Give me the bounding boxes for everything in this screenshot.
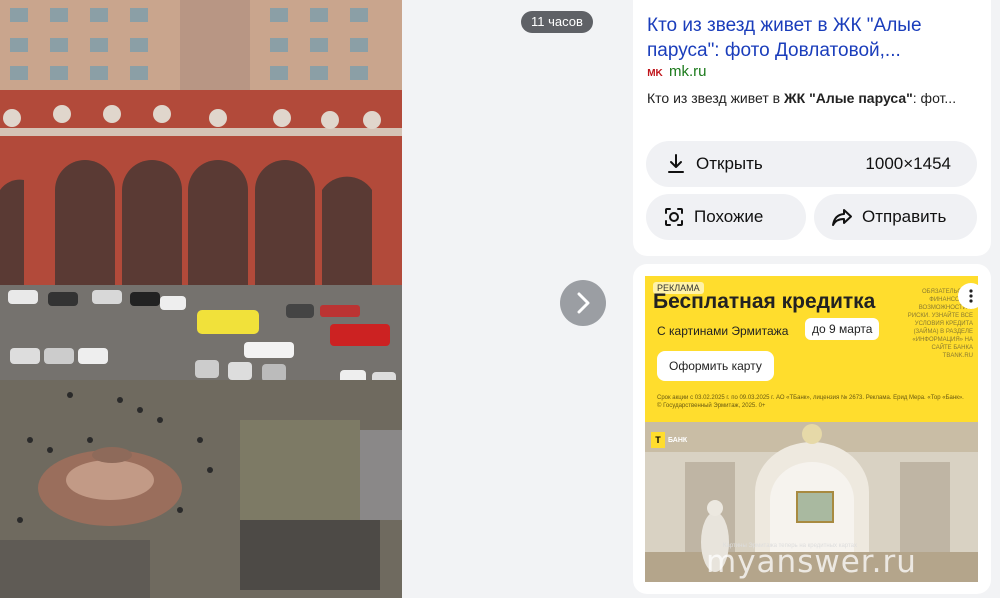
visual-search-icon: [662, 205, 686, 229]
source-domain: mk.ru: [669, 63, 707, 80]
result-snippet: Кто из звезд живет в ЖК "Алые паруса": ф…: [647, 90, 985, 106]
more-vertical-icon: [969, 289, 973, 303]
tbank-name: БАНК: [668, 436, 688, 444]
ad-cta-button[interactable]: Оформить карту: [657, 351, 774, 381]
image-dimensions: 1000×1454: [865, 154, 951, 173]
snippet-prefix: Кто из звезд живет в: [647, 90, 784, 106]
ad-subline: С картинами Эрмитажа: [657, 324, 789, 338]
share-arrow-icon: [830, 205, 854, 229]
snippet-suffix: : фот...: [912, 90, 957, 106]
ad-headline: Бесплатная кредитка: [653, 290, 876, 313]
main-image[interactable]: [0, 0, 402, 598]
mk-favicon-icon: MK: [647, 65, 663, 79]
time-badge: 11 часов: [521, 11, 593, 33]
image-info-card: Кто из звезд живет в ЖК "Алые паруса": ф…: [633, 0, 991, 256]
building-photo: [0, 0, 402, 598]
snippet-bold: ЖК "Алые паруса": [783, 90, 913, 106]
tbank-logo: Т БАНК: [651, 432, 687, 448]
chevron-right-icon: [577, 292, 590, 314]
ad-menu-button[interactable]: [958, 283, 984, 309]
result-source[interactable]: MK mk.ru: [647, 63, 707, 80]
ad-date-badge: до 9 марта: [805, 318, 880, 340]
ad-fine-print: Срок акции с 03.02.2025 г. по 09.03.2025…: [657, 395, 964, 409]
similar-label: Похожие: [694, 207, 764, 226]
open-image-button[interactable]: Открыть 1000×1454: [646, 141, 977, 187]
tbank-shield-icon: Т: [651, 432, 665, 448]
ad-banner[interactable]: РЕКЛАМА Бесплатная кредитка С картинами …: [645, 276, 978, 422]
open-label: Открыть: [696, 154, 763, 173]
share-label: Отправить: [862, 207, 947, 226]
next-image-button[interactable]: [560, 280, 606, 326]
result-title-link[interactable]: Кто из звезд живет в ЖК "Алые паруса": ф…: [647, 13, 977, 63]
share-button[interactable]: Отправить: [814, 194, 977, 240]
favicon-text: MK: [647, 68, 663, 78]
download-icon: [664, 152, 688, 176]
similar-images-button[interactable]: Похожие: [646, 194, 806, 240]
watermark: myanswer.ru: [706, 544, 917, 580]
